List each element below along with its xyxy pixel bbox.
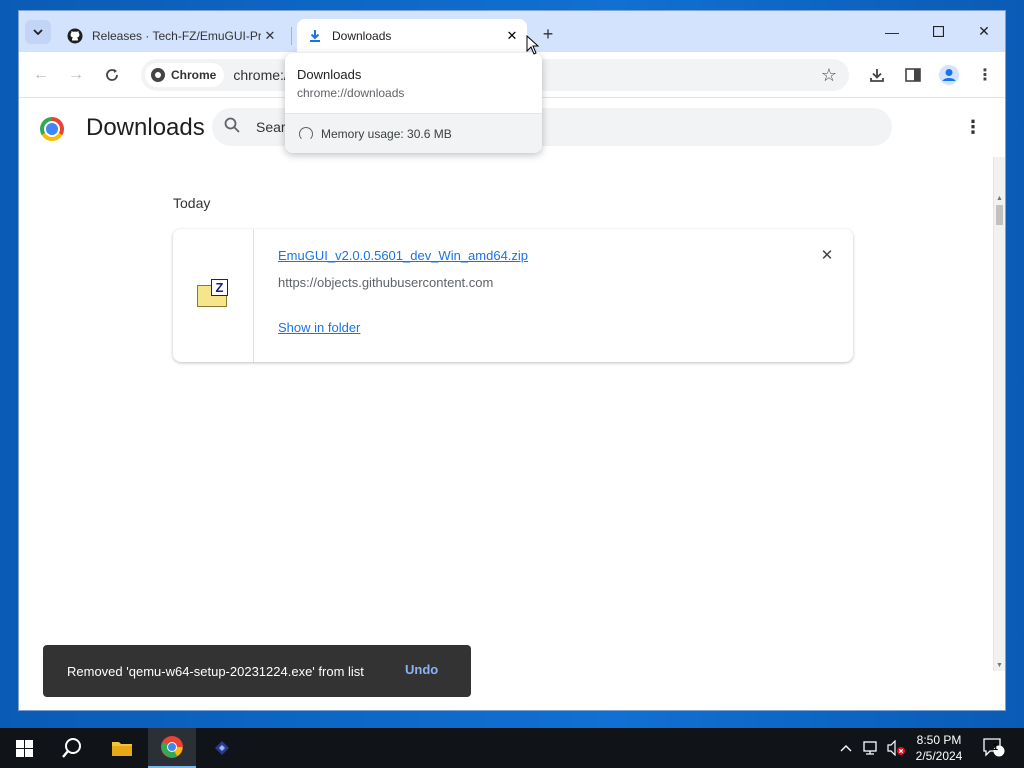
tab-title: Releases · Tech-FZ/EmuGUI-Pre bbox=[92, 28, 261, 43]
chrome-icon bbox=[151, 68, 165, 82]
profile-button[interactable] bbox=[937, 63, 961, 87]
reload-icon bbox=[106, 69, 118, 81]
bookmark-star-icon[interactable]: ☆ bbox=[821, 65, 837, 86]
memory-gauge-icon bbox=[299, 126, 313, 141]
folder-icon bbox=[112, 742, 132, 756]
network-icon bbox=[863, 741, 877, 755]
network-status-button[interactable] bbox=[860, 728, 882, 768]
new-tab-button[interactable]: + bbox=[537, 23, 559, 45]
side-panel-icon bbox=[905, 68, 921, 82]
notification-count: 1 bbox=[993, 742, 999, 752]
toast-message: Removed 'qemu-w64-setup-20231224.exe' fr… bbox=[67, 663, 364, 679]
emugui-taskbar-button[interactable] bbox=[198, 728, 246, 768]
scroll-down-arrow-icon[interactable]: ▼ bbox=[996, 662, 1003, 669]
tab-title: Downloads bbox=[332, 28, 392, 43]
show-in-folder-link[interactable]: Show in folder bbox=[278, 320, 360, 335]
file-source-url: https://objects.githubusercontent.com bbox=[278, 275, 494, 290]
scroll-up-arrow-icon[interactable]: ▲ bbox=[996, 195, 1003, 202]
tab-close-icon[interactable]: ✕ bbox=[261, 27, 279, 45]
chip-label: Chrome bbox=[171, 68, 217, 82]
side-panel-button[interactable] bbox=[901, 63, 925, 87]
clock-date: 2/5/2024 bbox=[915, 749, 963, 763]
close-window-button[interactable]: ✕ bbox=[961, 11, 1005, 52]
emugui-app-icon bbox=[215, 741, 229, 755]
github-icon bbox=[67, 28, 83, 44]
menu-button[interactable]: ⋮ bbox=[973, 63, 997, 87]
undo-button[interactable]: Undo bbox=[405, 662, 438, 677]
start-button[interactable] bbox=[0, 728, 48, 768]
remove-download-button[interactable]: ✕ bbox=[819, 247, 835, 264]
mouse-cursor-icon bbox=[526, 35, 540, 55]
chrome-icon bbox=[161, 736, 183, 758]
chevron-up-icon bbox=[840, 745, 852, 752]
chrome-taskbar-button[interactable] bbox=[148, 728, 196, 768]
scrollbar-thumb[interactable] bbox=[996, 205, 1003, 225]
show-hidden-icons-button[interactable] bbox=[836, 728, 856, 768]
maximize-button[interactable] bbox=[915, 11, 961, 52]
chevron-down-icon bbox=[33, 29, 43, 35]
reload-button[interactable] bbox=[100, 63, 124, 87]
system-clock[interactable]: 8:50 PM 2/5/2024 bbox=[908, 732, 970, 764]
hovercard-footer: Memory usage: 30.6 MB bbox=[285, 113, 542, 153]
profile-avatar-icon bbox=[939, 65, 959, 85]
forward-button[interactable]: → bbox=[64, 63, 88, 87]
tab-close-icon[interactable]: ✕ bbox=[503, 27, 521, 45]
downloads-button[interactable] bbox=[865, 63, 889, 87]
file-explorer-button[interactable] bbox=[98, 728, 146, 768]
site-info-chip[interactable]: Chrome bbox=[145, 63, 225, 87]
action-center-button[interactable]: 1 bbox=[980, 728, 1008, 768]
volume-muted-icon bbox=[887, 740, 905, 756]
tab-separator bbox=[291, 27, 292, 45]
more-actions-button[interactable]: ⋮ bbox=[963, 115, 983, 139]
clock-time: 8:50 PM bbox=[916, 733, 962, 747]
date-section-label: Today bbox=[173, 195, 211, 211]
memory-usage: Memory usage: 30.6 MB bbox=[321, 126, 452, 141]
download-icon bbox=[307, 28, 323, 44]
tab-search-button[interactable] bbox=[25, 20, 51, 44]
download-icon bbox=[870, 69, 884, 82]
page-title: Downloads bbox=[86, 114, 205, 141]
file-icon-column: Z bbox=[173, 229, 254, 362]
taskbar: 8:50 PM 2/5/2024 1 bbox=[0, 728, 1024, 768]
tab-strip: Releases · Tech-FZ/EmuGUI-Pre ✕ Download… bbox=[19, 11, 1005, 52]
tab-downloads[interactable]: Downloads ✕ bbox=[297, 19, 527, 52]
chrome-logo-icon bbox=[40, 117, 64, 141]
chrome-window: Releases · Tech-FZ/EmuGUI-Pre ✕ Download… bbox=[18, 10, 1006, 711]
downloads-page: Downloads ⋮ Today Z EmuGUI_v2.0.0.5601_d… bbox=[19, 99, 1005, 710]
back-button[interactable]: ← bbox=[29, 63, 53, 87]
zip-file-icon: Z bbox=[197, 279, 229, 309]
search-taskbar-button[interactable] bbox=[48, 728, 96, 768]
file-name-link[interactable]: EmuGUI_v2.0.0.5601_dev_Win_amd64.zip bbox=[278, 248, 528, 263]
download-item: Z EmuGUI_v2.0.0.5601_dev_Win_amd64.zip h… bbox=[173, 229, 853, 362]
maximize-icon bbox=[932, 26, 944, 37]
search-icon bbox=[62, 738, 81, 758]
minimize-button[interactable]: — bbox=[869, 11, 915, 52]
hovercard-title: Downloads bbox=[297, 67, 362, 82]
volume-button[interactable] bbox=[884, 728, 908, 768]
url-text: chrome:// bbox=[233, 67, 292, 83]
tab-releases[interactable]: Releases · Tech-FZ/EmuGUI-Pre ✕ bbox=[59, 19, 285, 52]
windows-logo-icon bbox=[15, 739, 33, 757]
toast-notification: Removed 'qemu-w64-setup-20231224.exe' fr… bbox=[43, 645, 471, 697]
tab-hover-card: Downloads chrome://downloads Memory usag… bbox=[285, 53, 542, 153]
hovercard-url: chrome://downloads bbox=[297, 86, 405, 100]
search-icon bbox=[224, 117, 244, 138]
scrollbar[interactable]: ▲ ▼ bbox=[993, 157, 1005, 671]
